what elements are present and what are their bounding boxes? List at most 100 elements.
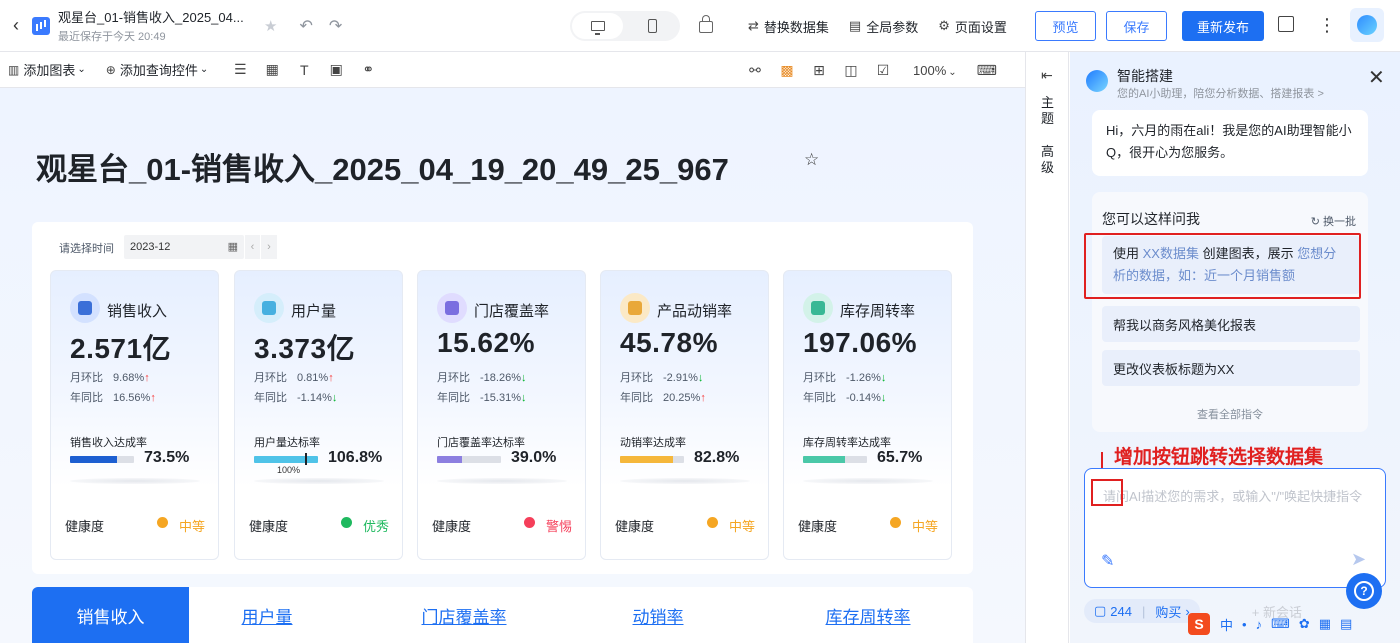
yoy-value: -1.14%	[297, 392, 332, 404]
send-icon[interactable]: ➤	[1351, 549, 1366, 570]
kpi-card[interactable]: 门店覆盖率 15.62% 月环比 -18.26%↓ 年同比 -15.31%↓ 门店覆盖率达标…	[417, 270, 586, 560]
yoy-row: 年同比 16.56%↑	[70, 389, 156, 405]
mom-label: 月环比	[254, 372, 287, 384]
share-icon[interactable]	[1278, 16, 1294, 32]
help-button[interactable]: ?	[1346, 573, 1382, 609]
global-params-button[interactable]: ▤ 全局参数	[849, 17, 918, 36]
lock-icon[interactable]	[699, 15, 713, 33]
rate-label: 销售收入达成率	[70, 437, 147, 449]
ime-toolbox-icon[interactable]: ▦	[1319, 616, 1331, 632]
undo-icon[interactable]: ↶	[299, 16, 312, 36]
more-icon[interactable]: ⋮	[1318, 13, 1336, 37]
suggestion-rename-title[interactable]: 更改仪表板标题为XX	[1102, 350, 1360, 386]
ime-logo[interactable]: S	[1188, 613, 1210, 635]
ime-menu-icon[interactable]: ▤	[1340, 616, 1352, 632]
date-next-button[interactable]: ›	[261, 235, 277, 259]
collapse-icon[interactable]: ⇤	[1041, 67, 1053, 84]
avatar[interactable]	[1350, 8, 1384, 42]
buy-link[interactable]: 购买	[1155, 602, 1181, 621]
rail-advanced-tab[interactable]: 高级	[1041, 144, 1055, 176]
add-query-button[interactable]: ⊕ 添加查询控件 ⌄	[106, 60, 208, 79]
ime-lang[interactable]: 中	[1220, 615, 1233, 634]
zoom-value: 100%	[913, 62, 947, 78]
suggestion-beautify[interactable]: 帮我以商务风格美化报表	[1102, 306, 1360, 342]
favorite-star-icon[interactable]: ★	[264, 17, 277, 35]
close-icon[interactable]: ✕	[1368, 68, 1385, 88]
preview-button[interactable]: 预览	[1035, 11, 1096, 41]
kpi-card[interactable]: 产品动销率 45.78% 月环比 -2.91%↓ 年同比 20.25%↑ 动销率达成率 82.…	[600, 270, 769, 560]
date-label: 请选择时间	[59, 243, 114, 255]
tab-inventory-turnover[interactable]: 库存周转率	[800, 587, 936, 643]
desktop-view-button[interactable]	[572, 13, 623, 39]
toolbar-right: ⚯ ▩ ⊞ ◫ ☑ 100% ⌄ ⌨	[747, 52, 997, 88]
arrow-up-icon: ↑	[150, 392, 156, 404]
hierarchy-icon[interactable]: ⊞	[811, 62, 827, 79]
tab-sales[interactable]: 销售收入	[32, 587, 189, 643]
date-prev-button[interactable]: ‹	[244, 235, 260, 259]
health-value: 警惕	[546, 519, 573, 534]
replace-dataset-button[interactable]: ⇄ 替换数据集	[748, 17, 829, 36]
style-icon[interactable]: ◫	[843, 62, 859, 79]
mobile-view-button[interactable]	[627, 13, 678, 39]
redo-icon[interactable]: ↷	[329, 16, 342, 36]
back-icon[interactable]: ‹	[2, 15, 30, 36]
divider: |	[1142, 603, 1146, 619]
ai-input[interactable]: 请问AI描述您的需求，或输入"/"唤起快捷指令 ✎ ➤	[1084, 468, 1386, 588]
rate-label: 动销率达成率	[620, 437, 686, 449]
arrow-up-icon: ↑	[328, 372, 334, 384]
link-edit-icon[interactable]: ⚯	[747, 62, 763, 79]
theme-badge-icon[interactable]: ▩	[779, 62, 795, 79]
chat-icon: ▢	[1094, 603, 1107, 618]
view-all-commands[interactable]: 查看全部指令	[1092, 406, 1368, 422]
ime-punct-icon[interactable]: •	[1242, 617, 1247, 632]
refresh-button[interactable]: ↻ 换一批	[1311, 213, 1356, 229]
progress-fill	[620, 456, 673, 463]
date-picker[interactable]: 2023-12 ▦	[124, 235, 244, 259]
text-icon[interactable]: T	[296, 62, 312, 78]
title-star-icon[interactable]: ☆	[804, 150, 819, 170]
doc-title[interactable]: 观星台_01-销售收入_2025_04...	[58, 7, 248, 26]
table-icon[interactable]: ▦	[264, 61, 280, 78]
mom-label: 月环比	[437, 372, 470, 384]
yoy-label: 年同比	[803, 392, 836, 404]
kpi-card[interactable]: 销售收入 2.571亿 月环比 9.68%↑ 年同比 16.56%↑ 销售收入达成率 73.5…	[50, 270, 219, 560]
arrow-down-icon: ↓	[520, 392, 527, 404]
ai-subtitle[interactable]: 您的AI小助理，陪您分析数据、搭建报表 >	[1117, 85, 1324, 101]
health-value: 中等	[912, 519, 939, 534]
check-icon[interactable]: ☑	[875, 62, 891, 79]
keyboard-icon[interactable]: ⌨	[977, 62, 997, 79]
ime-keyboard-icon[interactable]: ⌨	[1271, 616, 1290, 632]
save-button[interactable]: 保存	[1106, 11, 1167, 41]
quota-pill[interactable]: ▢ 244 | 购买 ›	[1084, 599, 1200, 623]
ime-mic-icon[interactable]: ♪	[1256, 617, 1263, 632]
kpi-card[interactable]: 库存周转率 197.06% 月环比 -1.26%↓ 年同比 -0.14%↓ 库存周转率达成率…	[783, 270, 952, 560]
ai-title: 智能搭建	[1117, 68, 1173, 84]
card-divider	[620, 478, 750, 484]
page-settings-button[interactable]: ⚙ 页面设置	[938, 17, 1007, 36]
link-icon[interactable]: ⚭	[360, 61, 376, 78]
magic-wand-icon[interactable]: ✎	[1101, 551, 1114, 571]
add-chart-button[interactable]: ▥ 添加图表 ⌄	[8, 60, 86, 79]
rail-theme-tab[interactable]: 主题	[1041, 95, 1055, 127]
health-label: 健康度	[615, 519, 655, 534]
layout-icon[interactable]: ☰	[232, 61, 248, 78]
zoom-select[interactable]: 100% ⌄	[913, 63, 957, 78]
rate-label: 用户量达标率	[254, 437, 320, 449]
metric-name: 销售收入	[107, 303, 168, 320]
yoy-value: -15.31%	[480, 392, 521, 404]
image-icon[interactable]: ▣	[328, 61, 344, 78]
phone-icon	[648, 19, 657, 33]
tab-store-coverage[interactable]: 门店覆盖率	[402, 587, 526, 643]
refresh-icon: ↻	[1310, 216, 1320, 228]
arrow-down-icon: ↓	[697, 372, 704, 384]
chart-icon: ▥	[8, 62, 20, 77]
progress-bar	[254, 456, 318, 463]
tab-users[interactable]: 用户量	[204, 587, 330, 643]
health-dot-icon	[890, 517, 901, 528]
dashboard-title[interactable]: 观星台_01-销售收入_2025_04_19_20_49_25_967	[36, 144, 729, 189]
kpi-card[interactable]: 用户量 3.373亿 月环比 0.81%↑ 年同比 -1.14%↓ 用户量达标率 100% 10…	[234, 270, 403, 560]
republish-button[interactable]: 重新发布	[1182, 11, 1264, 41]
rate-value: 73.5%	[144, 449, 190, 466]
ime-skin-icon[interactable]: ✿	[1299, 616, 1310, 632]
tab-sell-through[interactable]: 动销率	[602, 587, 714, 643]
